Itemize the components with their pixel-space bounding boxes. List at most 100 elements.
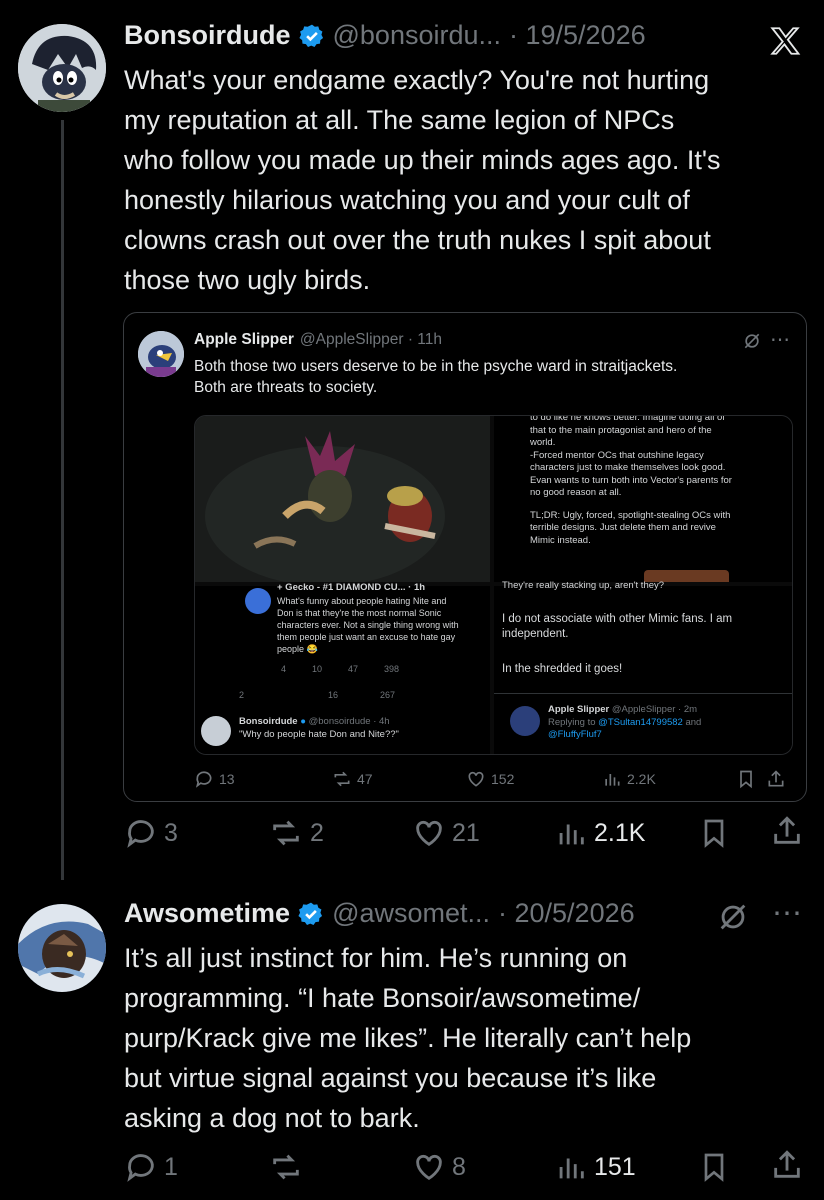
media-tweet-screenshot-right[interactable]: They're really stacking up, aren't they?… bbox=[494, 580, 792, 754]
share-button[interactable] bbox=[770, 1148, 804, 1182]
views-icon bbox=[559, 1158, 584, 1179]
thread-line bbox=[61, 120, 64, 880]
reply-button[interactable]: 3 bbox=[124, 816, 178, 850]
media-text-line: terrible designs. Just delete them and r… bbox=[530, 522, 716, 533]
view-count: 2.1K bbox=[594, 818, 646, 847]
bookmark-button[interactable] bbox=[698, 1150, 730, 1184]
views-button[interactable]: 151 bbox=[554, 1150, 636, 1184]
heart-icon bbox=[416, 1154, 442, 1181]
tweet-date[interactable]: · 20/5/2026 bbox=[498, 898, 635, 929]
media-avatar-bonsoirdude bbox=[201, 716, 231, 746]
media-replying-handle: @FluffyFluf7 bbox=[548, 729, 602, 740]
reply-button[interactable]: 1 bbox=[124, 1150, 178, 1184]
media-text-screenshot-top[interactable]: to do like he knows better. Imagine doin… bbox=[494, 416, 792, 582]
views-button[interactable]: 2.1K bbox=[554, 816, 645, 850]
avatar-awsometime[interactable] bbox=[18, 904, 106, 992]
media-text-line: no good reason at all. bbox=[530, 487, 622, 498]
tweet-text-line: purp/Krack give me likes”. He literally … bbox=[124, 1023, 692, 1053]
quote-like-count: 152 bbox=[491, 771, 515, 787]
quote-author-name[interactable]: Apple Slipper bbox=[194, 331, 294, 349]
media-text-line: characters just to make themselves look … bbox=[530, 462, 726, 473]
quote-author-handle[interactable]: @AppleSlipper · 11h bbox=[300, 331, 442, 349]
avatar-bonsoirdude[interactable] bbox=[18, 24, 106, 112]
like-count: 8 bbox=[452, 1152, 466, 1181]
author-name[interactable]: Bonsoirdude bbox=[124, 20, 291, 51]
tweet-date[interactable]: · 19/5/2026 bbox=[509, 20, 646, 51]
tweet-text-line: asking a dog not to bark. bbox=[124, 1103, 420, 1133]
author-name[interactable]: Awsometime bbox=[124, 898, 290, 929]
repost-icon bbox=[273, 1154, 299, 1180]
media-divider bbox=[494, 693, 792, 694]
media-text-line: TL;DR: Ugly, forced, spotlight-stealing … bbox=[530, 509, 731, 521]
reply-icon bbox=[127, 820, 154, 848]
media-avatar-gecko bbox=[245, 588, 271, 614]
reply-icon bbox=[127, 1154, 154, 1182]
quote-views-button[interactable]: 2.2K bbox=[602, 769, 656, 789]
media-outer-reply-count: 2 bbox=[239, 690, 245, 700]
media-reply-handle: @bonsoirdude · 4h bbox=[308, 716, 390, 727]
media-inner-view-count: 398 bbox=[384, 664, 400, 674]
media-inner-repost-count: 10 bbox=[312, 664, 323, 674]
tweet-text-line: It’s all just instinct for him. He’s run… bbox=[124, 943, 628, 973]
quote-media-grid[interactable]: to do like he knows better. Imagine doin… bbox=[194, 415, 793, 755]
quote-share-button[interactable] bbox=[766, 769, 786, 789]
heart-icon bbox=[416, 820, 442, 847]
share-icon bbox=[774, 1150, 800, 1178]
reply-icon bbox=[195, 771, 212, 788]
media-artwork-image[interactable] bbox=[195, 416, 490, 586]
repost-button[interactable]: 2 bbox=[268, 816, 324, 850]
quote-text-line: Both are threats to society. bbox=[194, 379, 378, 396]
quote-like-button[interactable]: 152 bbox=[466, 769, 514, 789]
quoted-tweet-card[interactable]: Apple Slipper @AppleSlipper · 11h ⋯ Both… bbox=[123, 312, 807, 802]
tweet-text-line: who follow you made up their minds ages … bbox=[124, 145, 721, 175]
media-outer-like-count: 16 bbox=[328, 690, 339, 700]
tweet-text: It’s all just instinct for him. He’s run… bbox=[124, 938, 814, 1138]
share-icon bbox=[768, 770, 784, 787]
tweet-text-line: clowns crash out over the truth nukes I … bbox=[124, 225, 711, 255]
tweet-text-line: my reputation at all. The same legion of… bbox=[124, 105, 675, 135]
repost-button[interactable] bbox=[268, 1150, 310, 1184]
media-inner-reply-count: 4 bbox=[281, 664, 287, 674]
share-button[interactable] bbox=[770, 814, 804, 848]
grok-icon[interactable] bbox=[716, 900, 750, 939]
media-text-line: Evan wants to turn both into Vector's pa… bbox=[530, 474, 732, 486]
media-tweet-screenshot-left[interactable]: + Gecko - #1 DIAMOND CU... · 1h What's f… bbox=[195, 582, 490, 754]
media-reply-name: Apple Slipper bbox=[548, 704, 610, 715]
more-options-icon[interactable]: ⋯ bbox=[772, 896, 802, 931]
media-text-line: In the shredded it goes! bbox=[502, 663, 623, 675]
bookmark-button[interactable] bbox=[698, 816, 730, 850]
media-inner-like-count: 47 bbox=[348, 664, 359, 674]
grok-icon[interactable] bbox=[742, 331, 762, 356]
media-text-line: to do like he knows better. Imagine doin… bbox=[530, 415, 725, 423]
media-text-line: independent. bbox=[502, 628, 569, 640]
more-options-icon[interactable]: ⋯ bbox=[770, 327, 790, 352]
view-count: 151 bbox=[594, 1152, 636, 1181]
media-replying-prefix: Replying to bbox=[548, 717, 596, 728]
views-icon bbox=[559, 824, 584, 845]
quote-bookmark-button[interactable] bbox=[736, 769, 756, 789]
media-replying-and: and bbox=[685, 717, 702, 728]
media-text-line: Mimic instead. bbox=[530, 534, 591, 546]
like-button[interactable]: 21 bbox=[412, 816, 480, 850]
author-handle[interactable]: @bonsoirdu... bbox=[333, 20, 502, 51]
media-tweet-header: + Gecko - #1 DIAMOND CU... · 1h bbox=[277, 582, 426, 593]
x-logo-icon bbox=[768, 24, 802, 63]
bookmark-icon bbox=[740, 770, 752, 789]
media-text-line: that to the main protagonist and hero of… bbox=[530, 424, 712, 436]
bookmark-icon bbox=[704, 819, 724, 848]
media-text-line: I do not associate with other Mimic fans… bbox=[502, 613, 733, 625]
media-cut-line: They're really stacking up, aren't they? bbox=[502, 580, 665, 591]
avatar-apple-slipper[interactable] bbox=[138, 331, 184, 377]
quote-text-line: Both those two users deserve to be in th… bbox=[194, 358, 678, 375]
quote-repost-count: 47 bbox=[357, 771, 373, 787]
quote-reply-button[interactable]: 13 bbox=[194, 769, 235, 789]
repost-count: 2 bbox=[310, 818, 324, 847]
repost-icon bbox=[334, 771, 350, 787]
author-handle[interactable]: @awsomet... bbox=[332, 898, 490, 929]
like-button[interactable]: 8 bbox=[412, 1150, 466, 1184]
quote-repost-button[interactable]: 47 bbox=[332, 769, 373, 789]
media-text-line: Don is that they're the most normal Soni… bbox=[277, 608, 442, 618]
media-text-line: them people just want an excuse to hate … bbox=[277, 632, 456, 642]
like-count: 21 bbox=[452, 818, 480, 847]
verified-badge-icon bbox=[298, 901, 324, 927]
